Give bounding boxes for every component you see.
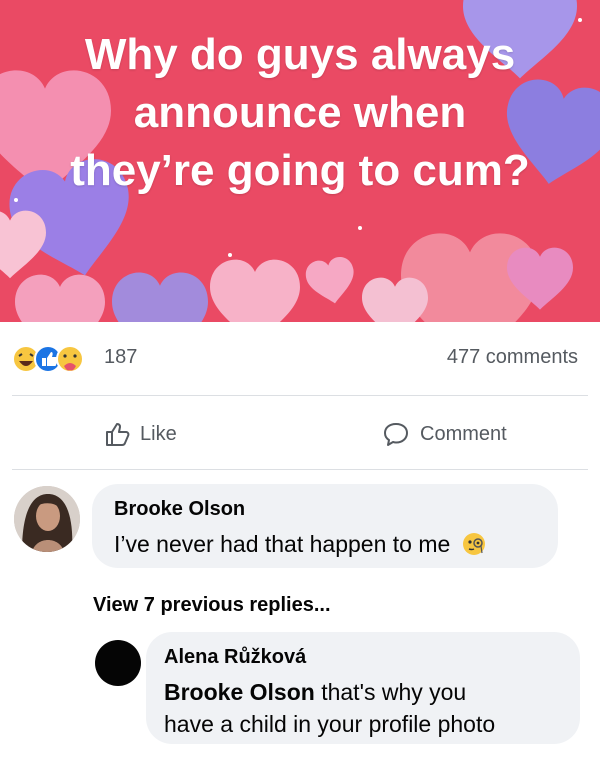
comment-text: I’ve never had that happen to me [114, 528, 487, 560]
banner-line-3: they’re going to cum? [70, 146, 530, 195]
reaction-count[interactable]: 187 [104, 346, 137, 369]
like-button[interactable]: Like [104, 418, 177, 450]
monocle-face-icon [462, 533, 485, 555]
reply-author[interactable]: Alena Růžková [164, 646, 306, 669]
reaction-icons[interactable] [12, 344, 112, 374]
comment-icon [384, 423, 408, 446]
banner-line-2: announce when [133, 88, 467, 137]
comment-bubble: Brooke Olson I’ve never had that happen … [92, 484, 558, 568]
comment-button[interactable]: Comment [382, 418, 507, 450]
post-banner: Why do guys always announce when they’re… [0, 0, 600, 322]
reply-mention[interactable]: Brooke Olson [164, 679, 315, 705]
divider [12, 469, 588, 470]
avatar[interactable] [95, 640, 141, 686]
banner-line-1: Why do guys always [84, 30, 516, 79]
comments-count[interactable]: 477 comments [447, 346, 578, 369]
reactions-bar: 187 477 comments [0, 322, 600, 394]
care-icon [56, 345, 84, 373]
reply-text-line1: that's why you [321, 679, 467, 705]
avatar-photo [14, 486, 80, 552]
banner-text: Why do guys always announce when they’re… [0, 26, 600, 200]
comment-author[interactable]: Brooke Olson [114, 498, 245, 521]
reply-text: Brooke Olson that's why you [164, 676, 466, 708]
reply-bubble: Alena Růžková Brooke Olson that's why yo… [146, 632, 580, 744]
comment-text-content: I’ve never had that happen to me [114, 531, 451, 557]
comment-label: Comment [420, 422, 507, 445]
like-label: Like [140, 422, 177, 445]
avatar[interactable] [14, 486, 80, 552]
divider [12, 395, 588, 396]
reply-text-line2: have a child in your profile photo [164, 711, 496, 737]
thumbs-up-icon [106, 423, 130, 446]
view-previous-replies-link[interactable]: View 7 previous replies... [93, 594, 331, 617]
